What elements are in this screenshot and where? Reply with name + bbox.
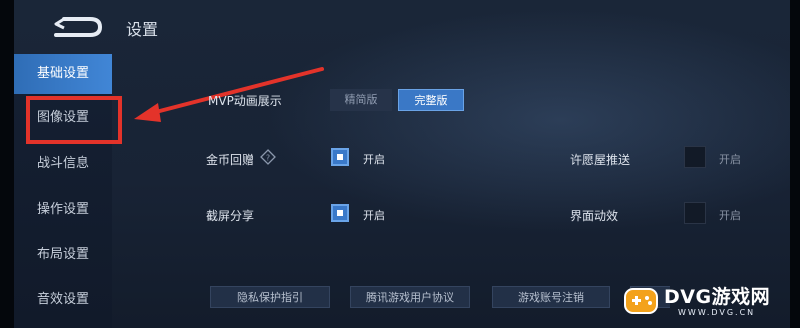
mvp-animation-label: MVP动画展示: [208, 94, 282, 108]
account-cancel-button[interactable]: 游戏账号注销: [492, 286, 610, 308]
ui-animation-checkbox[interactable]: [684, 202, 706, 224]
svg-text:?: ?: [266, 154, 270, 163]
watermark-text: DVG游戏网: [664, 286, 771, 308]
gold-replay-label: 金币回赠: [206, 153, 255, 167]
wish-push-checkbox[interactable]: [684, 146, 706, 168]
gold-replay-checkbox[interactable]: [331, 148, 349, 166]
info-diamond-icon[interactable]: ?: [260, 149, 276, 165]
watermark-url: WWW.DVG.CN: [678, 308, 756, 317]
watermark-logo: DVG游戏网 WWW.DVG.CN: [620, 278, 788, 324]
gamepad-icon: [624, 288, 658, 314]
screenshot-share-state: 开启: [363, 209, 385, 222]
ui-animation-state: 开启: [719, 209, 741, 222]
wish-push-label: 许愿屋推送: [570, 153, 631, 167]
ui-animation-label: 界面动效: [570, 209, 619, 223]
user-agreement-button[interactable]: 腾讯游戏用户协议: [350, 286, 470, 308]
gold-replay-state: 开启: [363, 153, 385, 166]
screenshot-share-label: 截屏分享: [206, 209, 255, 223]
privacy-guide-button[interactable]: 隐私保护指引: [210, 286, 330, 308]
mvp-full-option[interactable]: 完整版: [398, 89, 464, 111]
wish-push-state: 开启: [719, 153, 741, 166]
screenshot-share-checkbox[interactable]: [331, 204, 349, 222]
mvp-simple-option[interactable]: 精简版: [330, 89, 392, 111]
